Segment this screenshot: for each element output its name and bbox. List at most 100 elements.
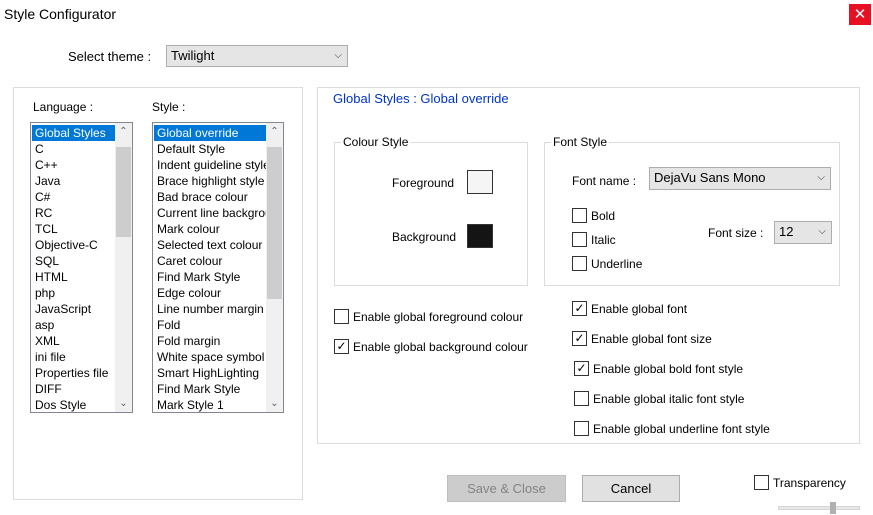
enable-global-background-label: Enable global background colour [353,340,528,354]
italic-checkbox[interactable] [572,232,587,247]
style-scrollbar[interactable]: ⌃ ⌄ [266,123,283,412]
style-list-item[interactable]: Fold margin [154,333,266,349]
style-list[interactable]: Global override Default Style Indent guide… [152,122,284,413]
transparency-slider[interactable] [778,506,860,510]
language-list-item[interactable]: Global Styles [32,125,115,141]
font-name-label: Font name : [572,174,637,188]
language-list-item[interactable]: Dos Style [32,397,115,412]
style-list-item[interactable]: Caret colour [154,253,266,269]
enable-global-font-size-label: Enable global font size [591,332,712,346]
chevron-down-icon: ⌵ [817,172,825,183]
enable-global-underline-label: Enable global underline font style [593,422,770,436]
window-title: Style Configurator [4,6,117,22]
style-list-item[interactable]: Mark colour [154,221,266,237]
style-scroll-thumb[interactable] [267,147,282,299]
language-list-item[interactable]: Java [32,173,115,189]
style-list-item[interactable]: Indent guideline style [154,157,266,173]
theme-select[interactable]: Twilight ⌵ [166,45,348,67]
close-icon: ✕ [853,6,867,23]
style-list-item[interactable]: Find Mark Style [154,269,266,285]
background-label: Background [392,230,457,244]
style-list-item[interactable]: Global override [154,125,266,141]
language-list-item[interactable]: HTML [32,269,115,285]
enable-global-bold-checkbox[interactable]: ✓ [574,361,589,376]
style-list-item[interactable]: Bad brace colour [154,189,266,205]
scroll-up-icon[interactable]: ⌃ [115,123,132,140]
transparency-slider-thumb[interactable] [830,502,836,514]
save-close-button[interactable]: Save & Close [447,475,566,502]
select-theme-label: Select theme : [68,49,152,64]
style-list-item[interactable]: Mark Style 1 [154,397,266,412]
enable-global-foreground-label: Enable global foreground colour [353,310,524,324]
transparency-checkbox[interactable] [754,475,769,490]
style-list-item[interactable]: Smart HighLighting [154,365,266,381]
italic-label: Italic [591,233,616,247]
foreground-colour-swatch[interactable] [467,170,493,194]
chevron-down-icon: ⌵ [334,50,342,61]
style-list-item[interactable]: White space symbol [154,349,266,365]
check-icon: ✓ [336,339,347,353]
colour-style-title: Colour Style [341,135,411,149]
enable-global-font-label: Enable global font [591,302,688,316]
scroll-down-icon[interactable]: ⌄ [266,395,283,412]
underline-checkbox[interactable] [572,256,587,271]
theme-select-value: Twilight [171,48,215,63]
foreground-label: Foreground [392,176,455,190]
language-list-item[interactable]: C [32,141,115,157]
cancel-button[interactable]: Cancel [582,475,680,502]
language-list-item[interactable]: DIFF [32,381,115,397]
font-size-label: Font size : [708,226,764,240]
underline-label: Underline [591,257,643,271]
panel-title: Global Styles : Global override [333,91,509,106]
font-size-value: 12 [779,224,794,239]
language-list-item[interactable]: SQL [32,253,115,269]
language-list-item[interactable]: C++ [32,157,115,173]
style-list-item[interactable]: Find Mark Style [154,381,266,397]
bold-checkbox[interactable] [572,208,587,223]
language-list-item[interactable]: TCL [32,221,115,237]
font-style-title: Font Style [551,135,610,149]
enable-global-font-size-checkbox[interactable]: ✓ [572,331,587,346]
language-list-item[interactable]: RC [32,205,115,221]
language-list-item[interactable]: XML [32,333,115,349]
language-list-item[interactable]: php [32,285,115,301]
check-icon: ✓ [574,331,585,345]
style-list-item[interactable]: Selected text colour [154,237,266,253]
language-list-item[interactable]: asp [32,317,115,333]
scroll-up-icon[interactable]: ⌃ [266,123,283,140]
language-scrollbar[interactable]: ⌃ ⌄ [115,123,132,412]
language-list-item[interactable]: Objective-C [32,237,115,253]
language-list-item[interactable]: C# [32,189,115,205]
check-icon: ✓ [576,361,587,375]
background-colour-swatch[interactable] [467,224,493,248]
language-list-item[interactable]: ini file [32,349,115,365]
enable-global-underline-checkbox[interactable] [574,421,589,436]
font-name-value: DejaVu Sans Mono [654,170,766,185]
bold-label: Bold [591,209,616,223]
language-list-item[interactable]: Properties file [32,365,115,381]
chevron-down-icon: ⌵ [818,226,826,237]
style-list-item[interactable]: Line number margin [154,301,266,317]
style-list-item[interactable]: Current line background colour [154,205,266,221]
language-scroll-thumb[interactable] [116,147,131,237]
language-label: Language : [33,100,94,114]
style-list-item[interactable]: Default Style [154,141,266,157]
close-button[interactable]: ✕ [849,4,871,25]
colour-style-group [334,142,528,286]
font-size-select[interactable]: 12 ⌵ [774,221,832,244]
enable-global-italic-checkbox[interactable] [574,391,589,406]
style-label: Style : [152,100,186,114]
check-icon: ✓ [574,301,585,315]
enable-global-background-checkbox[interactable]: ✓ [334,339,349,354]
language-list[interactable]: Global Styles C C++ Java C# RC TCL Objective-C S… [30,122,133,413]
transparency-label: Transparency [773,476,846,490]
scroll-down-icon[interactable]: ⌄ [115,395,132,412]
enable-global-font-checkbox[interactable]: ✓ [572,301,587,316]
style-list-item[interactable]: Brace highlight style [154,173,266,189]
style-list-item[interactable]: Edge colour [154,285,266,301]
language-list-item[interactable]: JavaScript [32,301,115,317]
enable-global-foreground-checkbox[interactable] [334,309,349,324]
font-name-select[interactable]: DejaVu Sans Mono ⌵ [649,167,831,190]
style-list-item[interactable]: Fold [154,317,266,333]
font-style-group [544,142,840,286]
